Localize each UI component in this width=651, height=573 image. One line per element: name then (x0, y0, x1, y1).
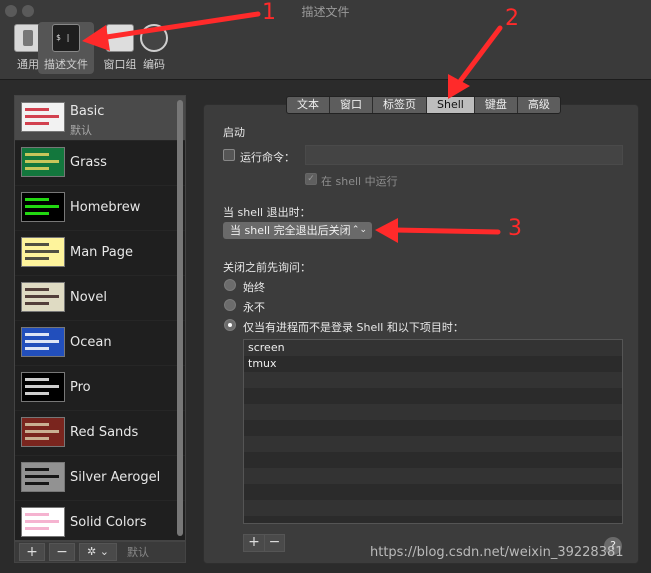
annotation-arrowhead-2 (448, 74, 470, 99)
annotation-arrowhead-1 (82, 25, 110, 51)
watermark: https://blog.csdn.net/weixin_39228381 (370, 545, 624, 560)
annotation-arrowhead-3 (375, 218, 398, 243)
annotation-label-2: 2 (505, 6, 519, 31)
annotation-label-1: 1 (262, 0, 276, 25)
annotation-arrows (82, 11, 503, 243)
annotation-arrow-2 (455, 25, 503, 87)
annotation-arrow-3 (392, 227, 501, 235)
annotation-label-3: 3 (508, 216, 522, 241)
annotation-arrow-1 (97, 11, 261, 41)
